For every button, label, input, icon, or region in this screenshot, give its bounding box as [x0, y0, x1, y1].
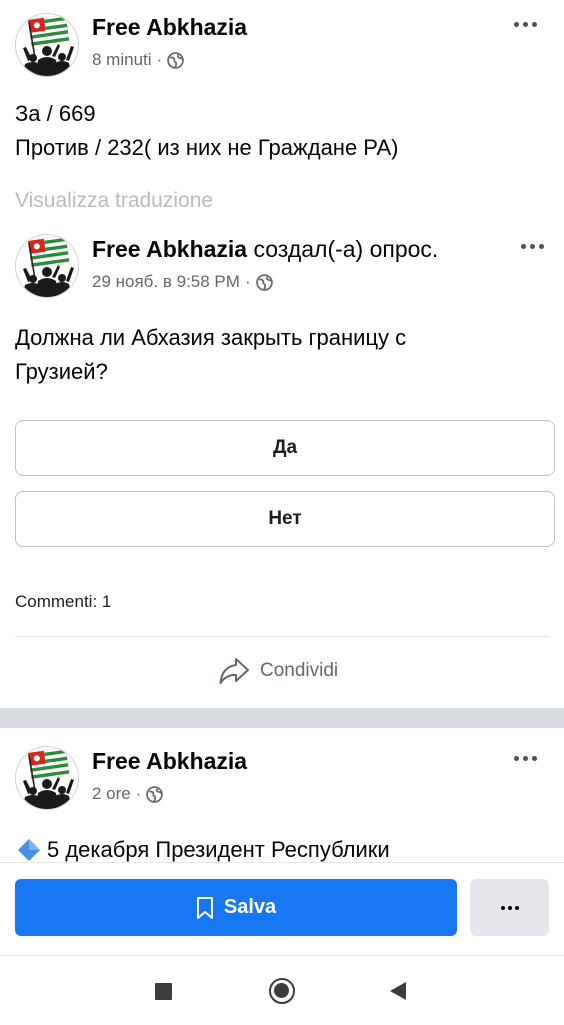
more-dot [514, 905, 519, 910]
more-dot [531, 755, 537, 761]
post-options-button[interactable] [508, 14, 542, 34]
abkhazia-flag-avatar-icon [16, 235, 78, 297]
more-dot [538, 243, 544, 249]
share-arrow-icon [219, 658, 249, 684]
post-text-line-1: За / 669 [15, 101, 96, 126]
home-inner-dot [274, 983, 289, 998]
android-navigation-bar [0, 955, 564, 1025]
shared-post-meta: 29 нояб. в 9:58 PM · [92, 272, 273, 292]
share-label: Condividi [260, 660, 339, 681]
post-meta: 8 minuti · [92, 50, 184, 70]
shared-page-name[interactable]: Free Abkhazia [92, 236, 247, 262]
more-dot [507, 905, 512, 910]
comments-count[interactable]: Commenti: 1 [15, 592, 111, 612]
more-horizontal-icon [520, 243, 526, 249]
bookmark-icon [196, 896, 213, 919]
shared-post-header: Free Abkhazia создал(-а) опрос. [92, 236, 438, 263]
blue-diamond-icon [18, 839, 40, 861]
shared-post-options-button[interactable] [515, 236, 549, 256]
more-dot [531, 21, 537, 27]
meta-separator: · [156, 50, 163, 69]
footer-divider [15, 636, 549, 637]
abkhazia-flag-avatar-icon [16, 747, 78, 809]
meta-separator: · [244, 272, 251, 291]
post-options-button-2[interactable] [508, 748, 542, 768]
poll-option-da[interactable]: Да [15, 420, 555, 476]
post-time[interactable]: 8 minuti [92, 50, 152, 70]
meta-separator: · [135, 784, 142, 803]
post-time-2[interactable]: 2 ore [92, 784, 131, 804]
globe-icon [167, 51, 184, 69]
page-name[interactable]: Free Abkhazia [92, 14, 247, 41]
save-label: Salva [223, 896, 277, 918]
more-actions-button[interactable] [470, 879, 549, 936]
triangle-back-icon[interactable] [389, 981, 407, 1001]
share-button[interactable]: Condividi [218, 656, 338, 686]
page-name-2[interactable]: Free Abkhazia [92, 748, 247, 775]
globe-icon [255, 273, 273, 291]
poll-option-net[interactable]: Нет [15, 491, 555, 547]
more-horizontal-icon [513, 755, 519, 761]
page-avatar-2[interactable] [15, 746, 79, 810]
circle-home-icon[interactable] [269, 978, 295, 1004]
post-meta-2: 2 ore · [92, 784, 164, 804]
post-text-line-2: Против / 232( из них не Граждане РА) [15, 135, 399, 160]
shared-action-text: создал(-а) опрос. [247, 236, 439, 262]
poll-question-line-2: Грузией? [15, 359, 108, 384]
globe-icon [146, 785, 164, 803]
shared-page-avatar[interactable] [15, 234, 79, 298]
see-translation-link[interactable]: Visualizza traduzione [15, 189, 213, 213]
page-avatar[interactable] [15, 13, 79, 77]
more-dot [529, 243, 535, 249]
more-horizontal-icon [513, 21, 519, 27]
more-dot [522, 755, 528, 761]
save-button[interactable]: Salva [15, 879, 457, 936]
feed-separator [0, 708, 564, 728]
more-horizontal-icon [500, 905, 505, 910]
square-recents-icon[interactable] [155, 983, 172, 1000]
abkhazia-flag-avatar-icon [16, 14, 78, 76]
poll-question-line-1: Должна ли Абхазия закрыть границу с [15, 325, 407, 350]
shared-post-time[interactable]: 29 нояб. в 9:58 PM [92, 272, 240, 292]
more-dot [522, 21, 528, 27]
